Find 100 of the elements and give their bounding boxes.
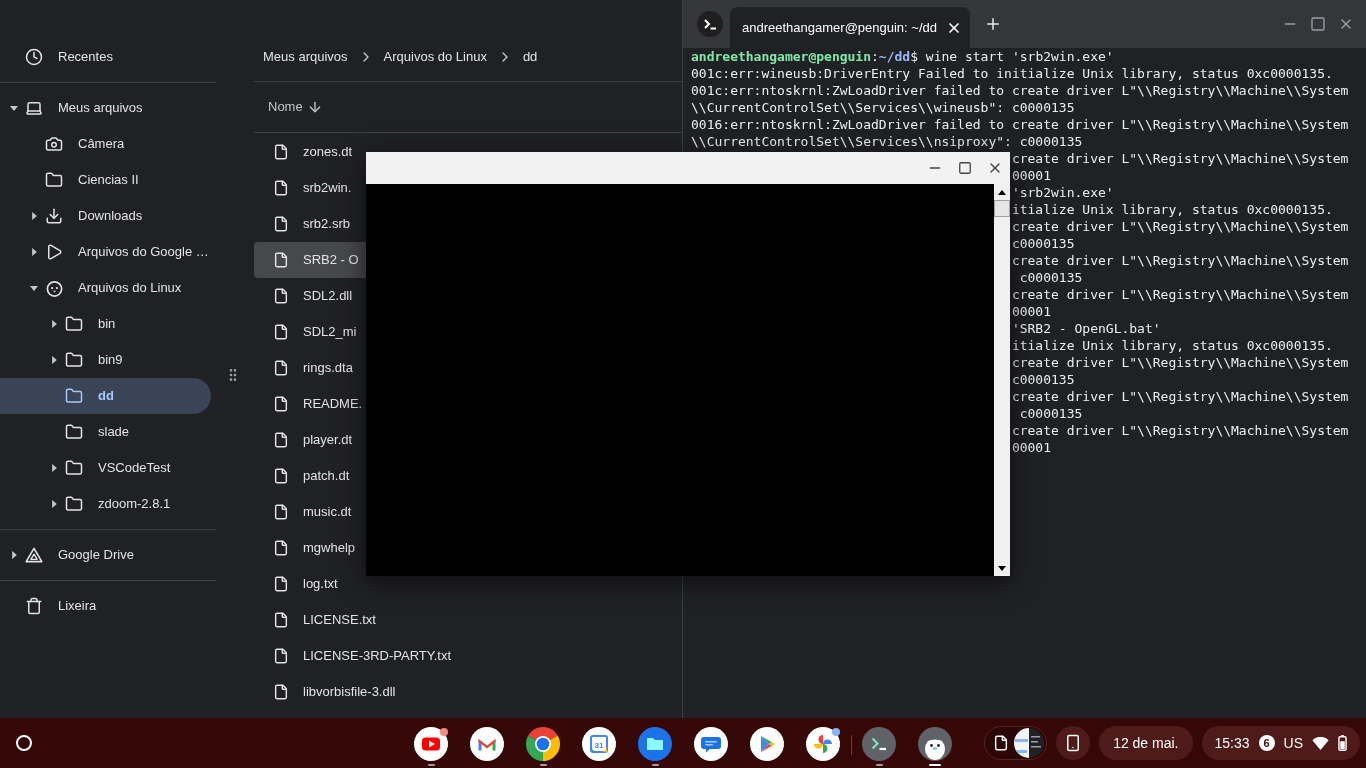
download-icon — [45, 207, 63, 225]
file-row[interactable]: patch.dt — [254, 458, 366, 494]
battery-icon — [1338, 735, 1347, 751]
tree-item[interactable]: zdoom-2.8.1 — [0, 486, 211, 522]
folder-icon — [65, 315, 83, 333]
folder-icon — [65, 423, 83, 441]
file-icon — [273, 396, 289, 412]
breadcrumb-link[interactable]: dd — [522, 46, 538, 67]
terminal-line: create driver L"\\Registry\\Machine\\System — [1011, 354, 1349, 371]
tree-item[interactable]: Meus arquivos — [0, 90, 211, 126]
prompt-user-host: andreethangamer@penguin — [691, 48, 871, 65]
tree-item[interactable]: Recentes — [0, 39, 211, 75]
launcher-icon[interactable] — [16, 735, 32, 751]
scroll-down-icon[interactable] — [998, 565, 1006, 571]
caret-right-icon[interactable] — [51, 464, 57, 472]
file-row[interactable]: LICENSE-3RD-PARTY.txt — [254, 638, 452, 674]
clock-icon — [25, 48, 43, 66]
video-play-icon[interactable] — [414, 727, 448, 761]
file-row[interactable]: libvorbisfile-3.dll — [254, 674, 396, 710]
scrollbar-thumb[interactable] — [994, 200, 1010, 217]
tree-item[interactable]: bin9 — [0, 342, 211, 378]
caret-down-icon[interactable] — [30, 285, 38, 291]
terminal-line: create driver L"\\Registry\\Machine\\System — [1011, 388, 1349, 405]
file-icon — [273, 324, 289, 340]
chat-bubble-icon[interactable] — [694, 727, 728, 761]
caret-right-icon[interactable] — [51, 500, 57, 508]
file-row[interactable]: player.dt — [254, 422, 366, 458]
terminal-line: 0016:err:ntoskrnl:ZwLoadDriver failed to create driver L"\\Registry\\Machine\\System — [691, 116, 1349, 133]
command-text: $ wine start 'srb2win.exe' — [910, 48, 1114, 65]
file-row[interactable]: music.dt — [254, 494, 366, 530]
terminal-line: 'SRB2 - OpenGL.bat' — [1011, 320, 1161, 337]
terminal-line: c0000135 — [1018, 405, 1083, 422]
date-button[interactable]: 12 de mai. — [1099, 726, 1193, 760]
file-row[interactable]: mgwhelp — [254, 530, 366, 566]
file-icon — [273, 540, 289, 556]
tree-item[interactable]: bin — [0, 306, 211, 342]
terminal-line: c0000135 — [1011, 235, 1075, 252]
caret-right-icon[interactable] — [51, 356, 57, 364]
tree-item[interactable]: dd — [0, 378, 211, 414]
plus-icon[interactable] — [984, 15, 1002, 33]
folder-icon — [45, 171, 63, 189]
file-row[interactable]: zones.dt — [254, 134, 366, 170]
terminal-line: itialize Unix library, status 0xc0000135. — [1011, 337, 1333, 354]
maximize-icon[interactable] — [958, 161, 972, 175]
penguin-icon[interactable] — [918, 727, 952, 761]
file-row[interactable]: rings.dta — [254, 350, 366, 386]
camera-icon — [45, 135, 63, 153]
caret-right-icon[interactable] — [11, 551, 17, 559]
caret-right-icon[interactable] — [31, 248, 37, 256]
file-row[interactable]: README. — [254, 386, 366, 422]
file-row[interactable]: srb2.srb — [254, 206, 366, 242]
calendar-icon[interactable]: 31 — [582, 727, 616, 761]
folder-icon — [65, 495, 83, 513]
tree-item[interactable]: Lixeira — [0, 588, 211, 624]
browser-icon[interactable] — [526, 727, 560, 761]
file-row[interactable]: LICENSE.txt — [254, 602, 376, 638]
laptop-icon — [25, 99, 43, 117]
tree-item[interactable]: Arquivos do Google … — [0, 234, 211, 270]
vertical-scrollbar[interactable] — [994, 184, 1010, 576]
clock-time: 15:33 — [1214, 733, 1250, 753]
tree-item[interactable]: Câmera — [0, 126, 211, 162]
file-row[interactable]: srb2win. — [254, 170, 366, 206]
file-icon — [273, 612, 289, 628]
file-icon — [273, 684, 289, 700]
wifi-icon — [1312, 736, 1329, 750]
file-icon — [273, 504, 289, 520]
terminal-line: 00001 — [1011, 167, 1052, 184]
terminal-line: c0000135 — [1018, 269, 1083, 286]
face-icon — [45, 279, 63, 297]
terminal-tab[interactable]: andreethangamer@penguin: ~/dd — [730, 7, 970, 48]
terminal-icon[interactable] — [862, 727, 896, 761]
tree-item[interactable]: Google Drive — [0, 537, 211, 573]
breadcrumb-link[interactable]: Meus arquivos — [263, 46, 348, 67]
phone-hub-button[interactable] — [1056, 726, 1091, 760]
status-area-button[interactable]: 15:33 6 US — [1201, 726, 1360, 760]
tree-item[interactable]: Downloads — [0, 198, 211, 234]
folder-icon — [65, 459, 83, 477]
play-icon — [45, 243, 63, 261]
folder-icon — [65, 351, 83, 369]
file-row[interactable]: SDL2.dll — [254, 278, 366, 314]
folder-icon[interactable] — [638, 727, 672, 761]
scroll-up-icon[interactable] — [998, 189, 1006, 195]
file-row[interactable]: log.txt — [254, 566, 366, 602]
caret-right-icon[interactable] — [51, 320, 57, 328]
file-row[interactable]: SRB2 - O — [254, 242, 366, 278]
caret-down-icon[interactable] — [10, 105, 18, 111]
terminal-line: \\CurrentControlSet\\Services\\wineusb": c0000135 — [691, 99, 1075, 116]
tree-item[interactable]: Arquivos do Linux — [0, 270, 211, 306]
terminal-line: c0000135 — [1011, 371, 1075, 388]
pinwheel-icon[interactable] — [806, 727, 840, 761]
tree-item[interactable]: VSCodeTest — [0, 450, 211, 486]
tree-item[interactable]: slade — [0, 414, 211, 450]
breadcrumb-link[interactable]: Arquivos do Linux — [383, 46, 487, 67]
caret-right-icon[interactable] — [31, 212, 37, 220]
file-row[interactable]: SDL2_mi — [254, 314, 366, 350]
file-icon — [273, 180, 289, 196]
name-column-header[interactable]: Nome — [268, 97, 323, 117]
tree-item[interactable]: Ciencias II — [0, 162, 211, 198]
mail-icon[interactable] — [470, 727, 504, 761]
holding-space-button[interactable] — [984, 726, 1048, 760]
